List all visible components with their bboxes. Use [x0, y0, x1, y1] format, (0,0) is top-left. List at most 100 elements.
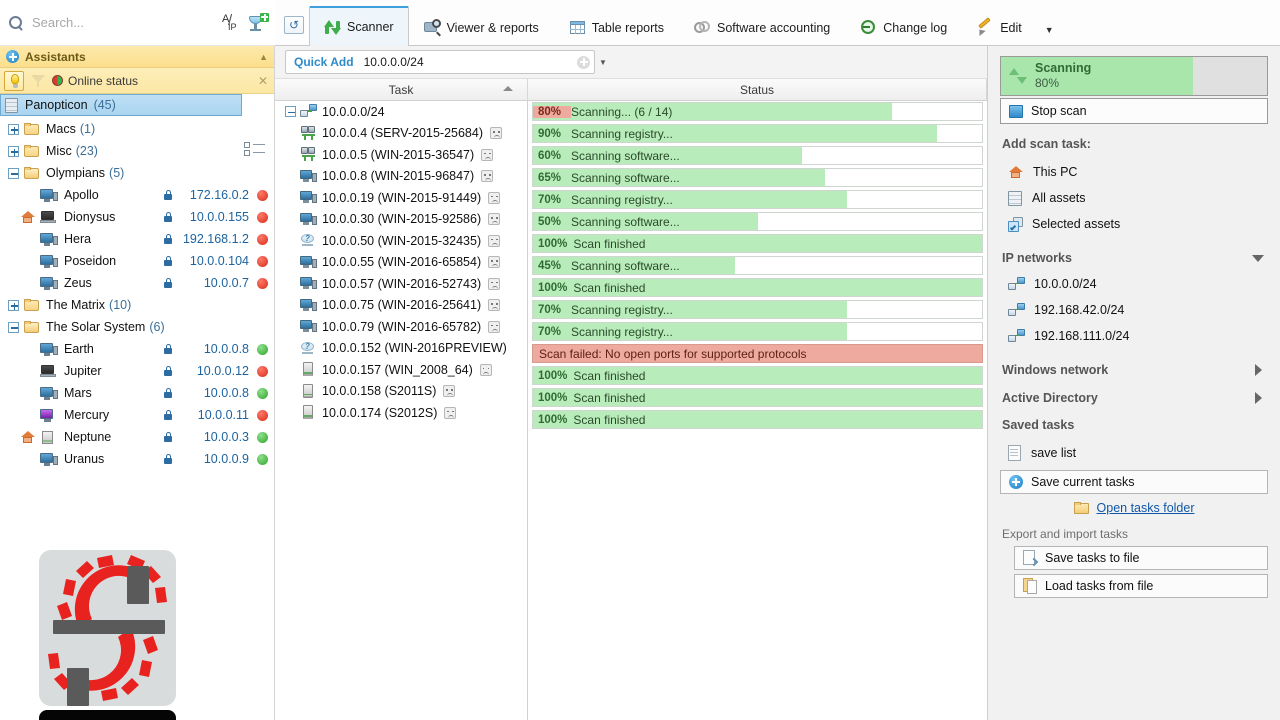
chevron-down-icon[interactable] [1252, 254, 1264, 262]
progress-percent: 70% [538, 303, 562, 316]
tree-group-macs[interactable]: Macs (1) [0, 118, 274, 140]
home-icon [20, 210, 36, 224]
table-row[interactable]: 10.0.0.5 (WIN-2015-36547) [275, 144, 527, 166]
chevron-right-icon[interactable] [1255, 364, 1262, 376]
collapse-icon[interactable] [8, 167, 19, 179]
table-row[interactable]: 10.0.0.158 (S2011S) [275, 381, 527, 403]
chevron-right-icon[interactable] [1255, 392, 1262, 404]
table-row[interactable]: 10.0.0.57 (WIN-2016-52743) [275, 273, 527, 295]
sidebar-item-panopticon[interactable]: Panopticon (45) [0, 94, 242, 116]
table-row[interactable]: ? 10.0.0.152 (WIN-2016PREVIEW) [275, 338, 527, 360]
ip-networks-header[interactable]: IP networks [1002, 251, 1268, 265]
tree-host-uranus[interactable]: Uranus 10.0.0.9 [0, 448, 274, 470]
tree-host-zeus[interactable]: Zeus 10.0.0.7 [0, 272, 274, 294]
host-ip: 172.16.0.2 [189, 188, 249, 202]
tab-overflow-caret-icon[interactable]: ▼ [1045, 25, 1054, 45]
progress-bar: 70% Scanning registry... [532, 322, 983, 342]
search-input[interactable] [30, 14, 213, 31]
column-header-status[interactable]: Status [528, 79, 987, 100]
assistants-header[interactable]: Assistants ▲ [0, 46, 274, 68]
tab-change-log[interactable]: Change log [845, 8, 962, 46]
table-row[interactable]: 10.0.0.174 (S2012S) [275, 402, 527, 424]
quick-add-field[interactable]: Quick Add [285, 50, 595, 74]
database-icon [5, 97, 19, 113]
network-tree-icon[interactable] [247, 12, 269, 34]
bulb-icon[interactable] [4, 70, 24, 91]
load-tasks-from-file-button[interactable]: Load tasks from file [1014, 574, 1268, 598]
tab-software-accounting[interactable]: Software accounting [679, 8, 845, 46]
table-row[interactable]: 10.0.0.55 (WIN-2016-65854) [275, 252, 527, 274]
tree-host-earth[interactable]: Earth 10.0.0.8 [0, 338, 274, 360]
tree-host-neptune[interactable]: Neptune 10.0.0.3 [0, 426, 274, 448]
add-icon[interactable] [577, 55, 590, 69]
progress-text: Scan finished [573, 280, 646, 295]
tree-group-olympians[interactable]: Olympians (5) [0, 162, 274, 184]
table-row[interactable]: 10.0.0.8 (WIN-2015-96847) [275, 166, 527, 188]
lock-icon [164, 278, 172, 288]
sad-face-icon [443, 385, 456, 398]
lock-icon [164, 344, 172, 354]
task-row-root[interactable]: 10.0.0.0/24 [275, 101, 527, 123]
windows-network-header[interactable]: Windows network [1002, 363, 1268, 377]
group-count: (1) [79, 122, 96, 136]
tree-host-apollo[interactable]: Apollo 172.16.0.2 [0, 184, 274, 206]
add-task-this-pc[interactable]: This PC [1000, 159, 1268, 185]
ip-network-item[interactable]: 10.0.0.0/24 [1000, 271, 1268, 297]
save-current-tasks-button[interactable]: Save current tasks [1000, 470, 1268, 494]
ip-network-item[interactable]: 192.168.42.0/24 [1000, 297, 1268, 323]
tab-viewer-reports[interactable]: Viewer & reports [409, 8, 554, 46]
collapse-icon[interactable] [8, 321, 19, 333]
search-bar[interactable]: A/IP [0, 0, 275, 46]
tree-host-mars[interactable]: Mars 10.0.0.8 [0, 382, 274, 404]
open-tasks-folder-row[interactable]: Open tasks folder [1000, 501, 1268, 515]
tree-host-hera[interactable]: Hera 192.168.1.2 [0, 228, 274, 250]
table-row[interactable]: 10.0.0.75 (WIN-2016-25641) [275, 295, 527, 317]
collapse-icon[interactable] [285, 106, 296, 118]
tree-host-dionysus[interactable]: Dionysus 10.0.0.155 [0, 206, 274, 228]
expand-icon[interactable] [8, 123, 19, 135]
tree-host-mercury[interactable]: Mercury 10.0.0.11 [0, 404, 274, 426]
chevron-up-icon[interactable]: ▲ [259, 52, 268, 62]
progress-text: Scanning software... [571, 214, 680, 229]
sidebar: Assistants ▲ Online status ✕ Panopticon … [0, 46, 275, 720]
sad-face-icon [479, 363, 492, 376]
add-task-all-assets[interactable]: All assets [1000, 185, 1268, 211]
tree-host-poseidon[interactable]: Poseidon 10.0.0.104 [0, 250, 274, 272]
table-row[interactable]: 10.0.0.30 (WIN-2015-92586) [275, 209, 527, 231]
table-row[interactable]: ? 10.0.0.50 (WIN-2015-32435) [275, 230, 527, 252]
search-icon [8, 15, 24, 31]
status-dot [257, 365, 268, 377]
tree-host-jupiter[interactable]: Jupiter 10.0.0.12 [0, 360, 274, 382]
add-assistant-icon[interactable] [6, 50, 19, 63]
tab-scanner[interactable]: Scanner [309, 6, 409, 46]
active-directory-header[interactable]: Active Directory [1002, 391, 1268, 405]
ip-network-item[interactable]: 192.168.111.0/24 [1000, 323, 1268, 349]
refresh-button[interactable]: ↺ [279, 6, 309, 44]
expand-icon[interactable] [8, 299, 19, 311]
chevron-down-icon[interactable]: ▼ [599, 58, 607, 67]
stop-scan-button[interactable]: Stop scan [1000, 98, 1268, 124]
table-row[interactable]: 10.0.0.157 (WIN_2008_64) [275, 359, 527, 381]
a-over-ip-icon[interactable]: A / IP [219, 12, 241, 34]
tree-group-the-solar-system[interactable]: The Solar System (6) [0, 316, 274, 338]
add-task-selected-assets[interactable]: Selected assets [1000, 211, 1268, 237]
table-row[interactable]: 10.0.0.79 (WIN-2016-65782) [275, 316, 527, 338]
expand-icon[interactable] [8, 145, 19, 157]
close-icon[interactable]: ✕ [258, 74, 268, 88]
tree-group-the-matrix[interactable]: The Matrix (10) [0, 294, 274, 316]
save-tasks-to-file-button[interactable]: Save tasks to file [1014, 546, 1268, 570]
open-tasks-folder-link[interactable]: Open tasks folder [1097, 501, 1195, 515]
quick-add-input[interactable] [361, 54, 569, 70]
status-dot [257, 387, 268, 399]
desktop-icon [40, 342, 58, 357]
table-row[interactable]: 10.0.0.19 (WIN-2015-91449) [275, 187, 527, 209]
lock-icon [164, 432, 172, 442]
saved-task-save-list[interactable]: save list [1000, 440, 1268, 466]
tab-table-reports[interactable]: Table reports [554, 8, 679, 46]
table-row[interactable]: 10.0.0.4 (SERV-2015-25684) [275, 123, 527, 145]
tab-edit[interactable]: Edit [962, 8, 1037, 46]
online-status-row[interactable]: Online status ✕ [0, 68, 274, 94]
filter-funnel-icon[interactable] [29, 72, 47, 90]
column-header-task[interactable]: Task [275, 79, 528, 100]
tree-group-misc[interactable]: Misc (23) [0, 140, 274, 162]
